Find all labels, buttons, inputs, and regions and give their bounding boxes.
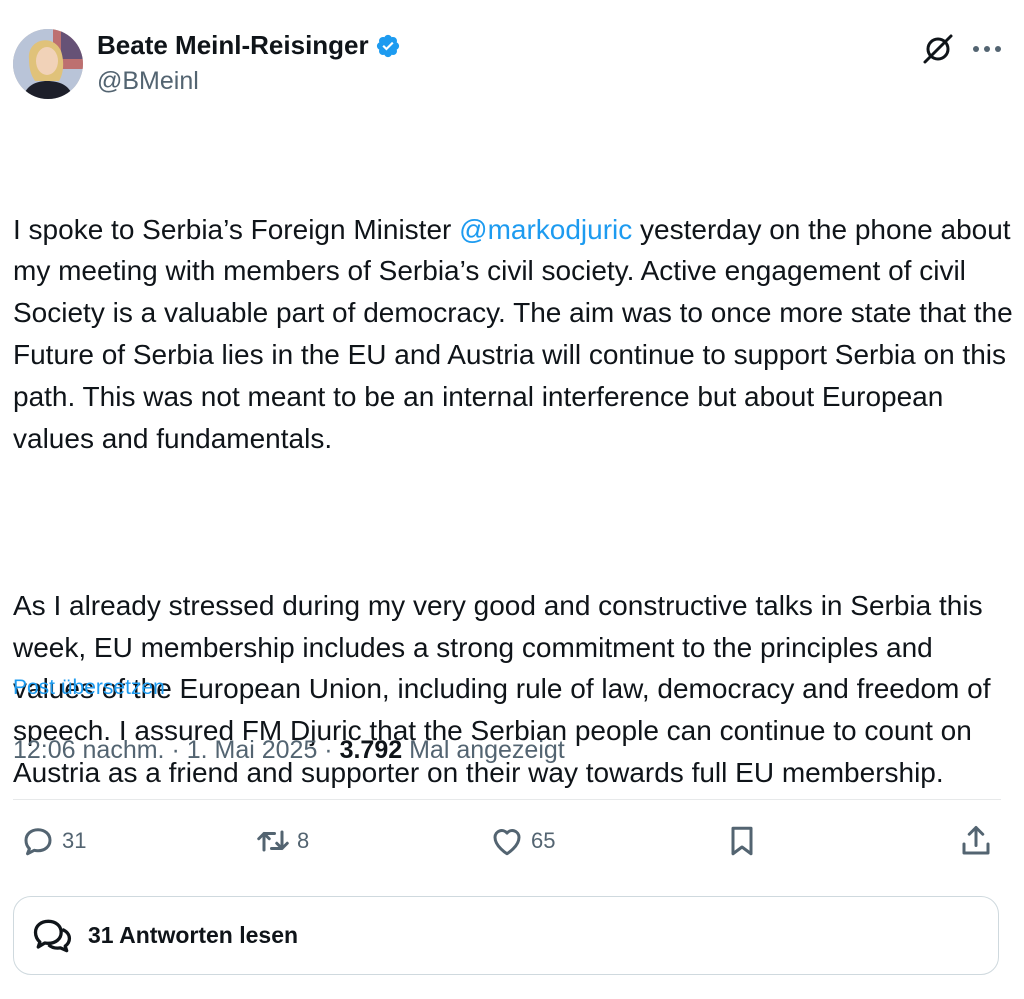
avatar[interactable] [13, 29, 83, 99]
repost-count: 8 [297, 828, 310, 853]
reply-button[interactable]: 31 [20, 820, 86, 862]
repost-button[interactable]: 8 [255, 820, 309, 862]
views-label: Mal angezeigt [402, 736, 565, 764]
tweet-paragraph-1: I spoke to Serbia’s Foreign Minister @ma… [13, 209, 1013, 460]
more-icon [973, 46, 1001, 52]
like-count: 65 [531, 828, 556, 853]
meta-separator: · [317, 736, 340, 764]
views-count: 3.792 [339, 736, 403, 764]
conversation-icon [33, 919, 72, 952]
tweet-text-segment: I spoke to Serbia’s Foreign Minister [13, 213, 460, 245]
more-options-button[interactable] [969, 32, 1005, 66]
author-name[interactable]: Beate Meinl-Reisinger [97, 30, 401, 61]
share-icon [962, 826, 990, 855]
read-replies-label: 31 Antworten lesen [88, 922, 299, 948]
mention-link[interactable]: @markodjuric [459, 214, 632, 245]
share-button[interactable] [958, 820, 994, 862]
grok-button[interactable] [921, 32, 955, 66]
grok-icon [923, 34, 953, 64]
post-time[interactable]: 12:06 nachm. [13, 736, 165, 764]
repost-icon [257, 830, 289, 852]
bookmark-icon [731, 826, 753, 856]
verified-badge-icon [376, 34, 399, 57]
translate-post-link[interactable]: Post übersetzen [13, 676, 165, 700]
meta-separator: · [164, 736, 187, 764]
author-handle[interactable]: @BMeinl [97, 67, 199, 96]
heart-icon [493, 829, 521, 856]
reply-icon [24, 828, 52, 856]
bookmark-button[interactable] [724, 820, 760, 862]
divider [13, 799, 1001, 800]
read-replies-button[interactable]: 31 Antworten lesen [13, 896, 999, 975]
like-button[interactable]: 65 [489, 820, 555, 862]
post-meta: 12:06 nachm. · 1. Mai 2025 · 3.792 Mal a… [13, 736, 565, 765]
reply-count: 31 [62, 828, 87, 853]
tweet-text-segment: yesterday on the phone about my meeting … [13, 213, 1021, 454]
post-date[interactable]: 1. Mai 2025 [187, 736, 318, 764]
author-name-text[interactable]: Beate Meinl-Reisinger [97, 30, 369, 61]
tweet-text: I spoke to Serbia’s Foreign Minister @ma… [13, 125, 1013, 836]
